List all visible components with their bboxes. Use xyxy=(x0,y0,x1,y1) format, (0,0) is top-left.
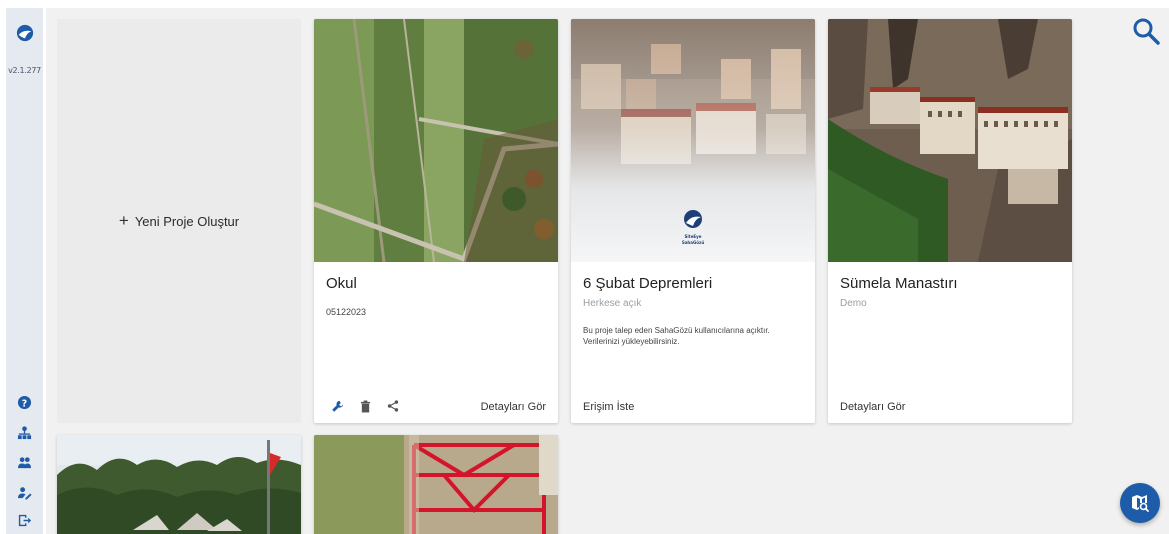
sidebar: v2.1.277 ? xyxy=(6,8,43,534)
project-code: 05122023 xyxy=(326,307,367,317)
project-title: Sümela Manastırı xyxy=(840,275,958,292)
svg-text:SahaGözü: SahaGözü xyxy=(682,240,704,245)
project-description: Bu proje talep eden SahaGözü kullanıcıla… xyxy=(583,326,770,346)
project-card-construction[interactable] xyxy=(314,435,558,534)
plus-icon: + xyxy=(118,211,129,230)
project-thumbnail xyxy=(57,435,301,534)
map-search-fab[interactable] xyxy=(1120,483,1160,523)
wrench-icon[interactable] xyxy=(330,399,344,413)
project-thumbnail xyxy=(314,435,558,534)
project-thumbnail: SiteEye SahaGözü xyxy=(571,19,815,262)
organization-icon xyxy=(17,425,31,439)
svg-text:SiteEye: SiteEye xyxy=(685,234,702,239)
project-thumbnail xyxy=(828,19,1072,262)
share-icon[interactable] xyxy=(386,399,400,413)
project-card-forest[interactable] xyxy=(57,435,301,534)
request-access-button[interactable]: Erişim İste xyxy=(583,401,634,413)
project-card-okul[interactable]: Okul 05122023 Detayları Gör xyxy=(314,19,558,423)
details-button[interactable]: Detayları Gör xyxy=(840,401,905,413)
project-thumbnail xyxy=(314,19,558,262)
svg-text:?: ? xyxy=(21,398,26,409)
user-edit-icon xyxy=(17,486,32,500)
project-tools xyxy=(330,399,400,413)
user-edit-button[interactable] xyxy=(14,482,34,502)
version-label: v2.1.277 xyxy=(8,66,41,75)
details-button[interactable]: Detayları Gör xyxy=(481,401,546,413)
help-button[interactable]: ? xyxy=(14,392,34,412)
globe-logo-icon[interactable] xyxy=(16,24,34,42)
project-grid: + Yeni Proje Oluştur Okul 05122023 Detay… xyxy=(46,8,1169,534)
project-card-6-subat[interactable]: SiteEye SahaGözü 6 Şubat Depremleri Herk… xyxy=(571,19,815,423)
project-visibility: Demo xyxy=(840,298,867,309)
project-card-sumela[interactable]: Sümela Manastırı Demo Detayları Gör xyxy=(828,19,1072,423)
search-button[interactable] xyxy=(1131,16,1161,46)
help-icon: ? xyxy=(17,395,31,409)
trash-icon[interactable] xyxy=(358,399,372,413)
project-title: 6 Şubat Depremleri xyxy=(583,275,713,292)
map-search-icon xyxy=(1132,495,1149,512)
organization-button[interactable] xyxy=(14,422,34,442)
search-icon xyxy=(1133,18,1160,45)
users-button[interactable] xyxy=(14,452,34,472)
users-icon xyxy=(17,456,31,468)
logout-icon xyxy=(18,514,31,526)
new-project-label: Yeni Proje Oluştur xyxy=(134,213,240,229)
new-project-card[interactable]: + Yeni Proje Oluştur xyxy=(57,19,301,423)
app: v2.1.277 ? + Yeni Proje Oluştur Okul 051… xyxy=(0,0,1169,534)
project-visibility: Herkese açık xyxy=(583,298,642,309)
logout-button[interactable] xyxy=(14,510,34,530)
project-title: Okul xyxy=(326,275,357,292)
